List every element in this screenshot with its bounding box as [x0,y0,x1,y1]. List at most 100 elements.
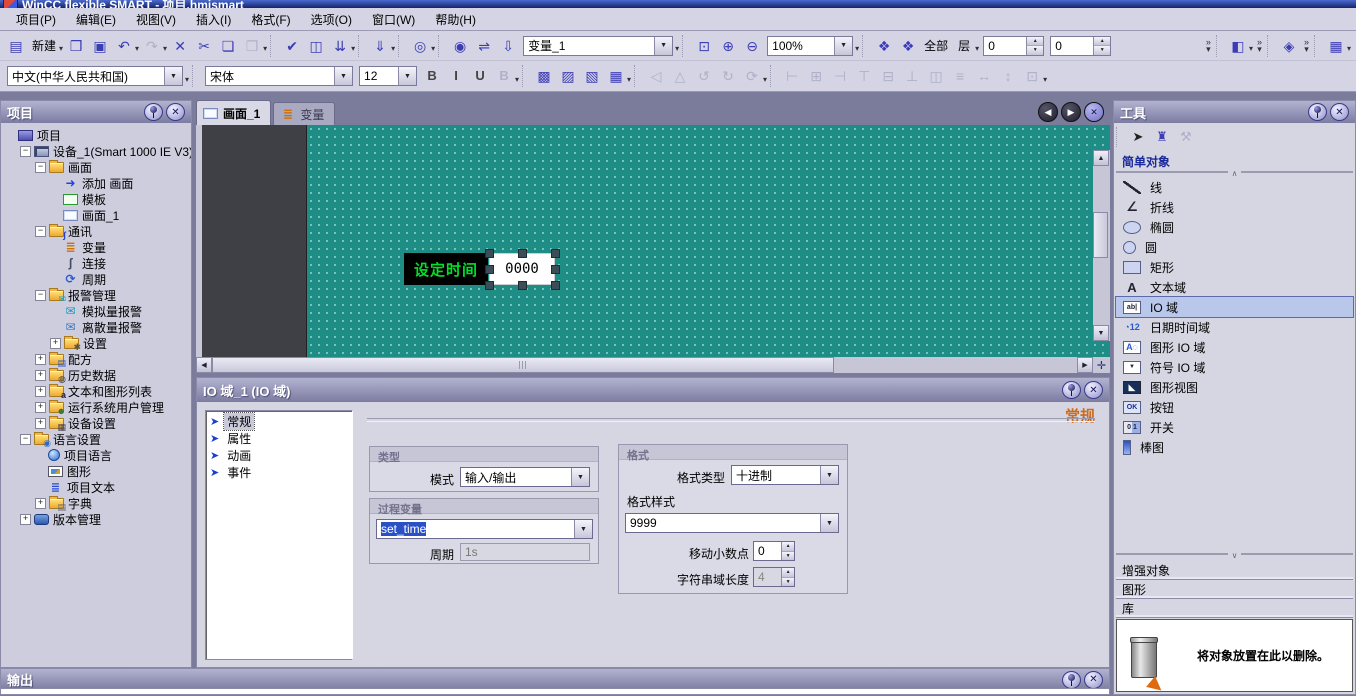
align-top-icon[interactable]: ⊤ [853,65,875,87]
font-size-combo-arrow-icon[interactable] [398,67,416,85]
back-icon[interactable]: ◀ [1038,102,1058,122]
delete-icon[interactable]: ✕ [169,35,191,57]
layout-window-icon[interactable]: ▦ [1325,35,1347,57]
tool-item-IO 域[interactable]: ab|IO 域 [1116,297,1353,317]
expand-icon[interactable]: + [35,498,46,509]
process-tag-select[interactable]: set_time [376,519,593,539]
tree-item[interactable]: −✉报警管理 [3,287,191,303]
undo-icon-caret-icon[interactable]: ▾ [135,44,139,53]
replace-icon[interactable]: ⇌ [473,35,495,57]
selection-handle[interactable] [518,281,527,290]
stamp-icon[interactable]: ♜ [1151,126,1173,148]
all-layers-button[interactable]: 全部 [921,35,951,57]
menu-item-4[interactable]: 插入(I) [186,9,241,30]
chevron-down-icon[interactable] [574,520,592,538]
format-type-select[interactable]: 十进制 [731,465,839,485]
tool-item-折线[interactable]: ∠折线 [1116,197,1353,217]
mode-select[interactable]: 输入/输出 [460,467,590,487]
check-consistency-icon[interactable]: ✔ [281,35,303,57]
toolbar-options-caret-icon[interactable]: ▾ [1043,75,1047,84]
new-object-icon[interactable]: ▤ [5,35,27,57]
tree-item[interactable]: ✉离散量报警 [3,319,191,335]
tool-item-图形 IO 域[interactable]: A◌图形 IO 域 [1116,337,1353,357]
tool-section-增强对象[interactable]: 增强对象 [1116,561,1353,580]
selection-handle[interactable] [551,249,560,258]
toolbar-options-caret-icon[interactable]: ▾ [627,75,631,84]
bring-to-front-icon[interactable]: ▩ [533,65,555,87]
new-button[interactable]: 新建 [29,35,59,57]
bring-forward-icon[interactable]: ▧ [581,65,603,87]
tag-combo[interactable]: 变量_1 [523,36,673,56]
same-width-icon[interactable]: ↔ [973,65,995,87]
spin-down-icon[interactable] [782,552,794,561]
align-right-icon[interactable]: ⊣ [829,65,851,87]
tool-item-图形视图[interactable]: ◣图形视图 [1116,377,1353,397]
collapse-icon[interactable]: − [35,162,46,173]
same-size-icon[interactable]: ⊡ [1021,65,1043,87]
tool-item-矩形[interactable]: 矩形 [1116,257,1353,277]
pan-icon[interactable]: ✛ [1093,357,1110,373]
send-backward-icon[interactable]: ▦ [605,65,627,87]
properties-nav-常规[interactable]: ➤常规 [206,413,352,430]
tree-item[interactable]: −画面 [3,159,191,175]
paste-icon[interactable]: ❐ [241,35,263,57]
expand-icon[interactable]: + [20,514,31,525]
align-bottom-icon[interactable]: ⊥ [901,65,923,87]
tool-item-符号 IO 域[interactable]: ▼符号 IO 域 [1116,357,1353,377]
save-icon[interactable]: ▣ [89,35,111,57]
paste-icon-caret-icon[interactable]: ▾ [263,44,267,53]
layer-button[interactable]: 层 [953,35,975,57]
selection-handle[interactable] [518,249,527,258]
close-editor-icon[interactable]: ✕ [1084,102,1104,122]
send-to-back-icon[interactable]: ▨ [557,65,579,87]
menu-item-7[interactable]: 窗口(W) [362,9,425,30]
tree-item[interactable]: +✱设置 [3,335,191,351]
spin-down-icon[interactable] [1027,46,1043,55]
toolbar-options-caret-icon[interactable]: ▾ [185,75,189,84]
align-middle-icon[interactable]: ⊟ [877,65,899,87]
expand-icon[interactable]: + [35,354,46,365]
collapse-icon[interactable]: − [35,226,46,237]
open-icon[interactable]: ❒ [65,35,87,57]
tree-item[interactable]: 项目 [3,127,191,143]
font-combo-arrow-icon[interactable] [334,67,352,85]
selection-handle[interactable] [551,281,560,290]
roll-down-separator[interactable]: ∨ [1116,553,1353,561]
tree-item[interactable]: +a文本和图形列表 [3,383,191,399]
tab-变量[interactable]: ≣变量 [273,102,335,125]
horizontal-scroll-thumb[interactable] [212,357,834,373]
transfer-icon[interactable]: ⇊ [329,35,351,57]
toolbar-overflow-icon[interactable]: »▾ [1206,39,1211,53]
tree-item[interactable]: ʃ连接 [3,255,191,271]
spin-down-icon[interactable] [1094,46,1110,55]
select-cursor-icon[interactable]: ➤ [1127,126,1149,148]
bold-button[interactable]: B [421,65,443,87]
tree-item[interactable]: +▤字典 [3,495,191,511]
selection-handle[interactable] [485,249,494,258]
zoom-in-icon[interactable]: ⊕ [717,35,739,57]
find-next-icon[interactable]: ◉ [449,35,471,57]
tree-item[interactable]: −设备_1(Smart 1000 IE V3) [3,143,191,159]
tool-section-库[interactable]: 库 [1116,599,1353,618]
scroll-right-icon[interactable]: ▶ [1077,357,1093,373]
tree-item[interactable]: −◉语言设置 [3,431,191,447]
tree-item[interactable]: 画面_1 [3,207,191,223]
undo-icon[interactable]: ↶ [113,35,135,57]
tool-item-圆[interactable]: 圆 [1116,237,1353,257]
tool-item-开关[interactable]: 0 1开关 [1116,417,1353,437]
tag-combo-arrow-icon[interactable] [654,37,672,55]
toolbar-options-caret-icon[interactable]: ▾ [763,75,767,84]
tool-item-文本域[interactable]: A文本域 [1116,277,1353,297]
properties-nav-动画[interactable]: ➤动画 [206,447,352,464]
transfer-icon-caret-icon[interactable]: ▾ [351,44,355,53]
pin-icon[interactable] [1062,381,1081,399]
tree-item[interactable]: ➜添加 画面 [3,175,191,191]
tree-item[interactable]: ✉模拟量报警 [3,303,191,319]
vertical-scrollbar[interactable]: ▲ ▼ [1093,150,1110,341]
tree-item[interactable]: ⟳周期 [3,271,191,287]
chevron-down-icon[interactable] [571,468,589,486]
decimal-shift-stepper[interactable]: 0 [753,541,795,561]
align-center-icon[interactable]: ⊞ [805,65,827,87]
expand-icon[interactable]: + [50,338,61,349]
layer-backward-icon[interactable]: ❖ [897,35,919,57]
